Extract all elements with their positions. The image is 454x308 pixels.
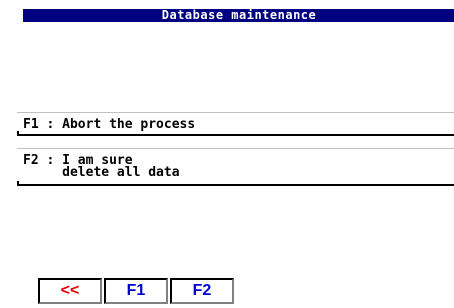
window-title: Database maintenance [161, 8, 317, 22]
window-title-bar: Database maintenance [23, 9, 454, 22]
option-delete-label-line-2: delete all data [23, 165, 180, 180]
back-label: << [60, 282, 80, 299]
option-abort-process[interactable]: F1 : Abort the process [17, 112, 454, 136]
option-notch [17, 131, 19, 136]
back-button[interactable]: << [38, 278, 102, 304]
option-delete-all-data[interactable]: F2 : I am sure delete all data [17, 148, 454, 186]
f2-label: F2 [192, 282, 212, 299]
option-abort-label: F1 : Abort the process [23, 117, 196, 132]
f1-label: F1 [126, 282, 146, 299]
f2-button[interactable]: F2 [170, 278, 234, 304]
option-notch [17, 181, 19, 186]
function-key-bar: << F1 F2 [38, 278, 234, 304]
f1-button[interactable]: F1 [104, 278, 168, 304]
